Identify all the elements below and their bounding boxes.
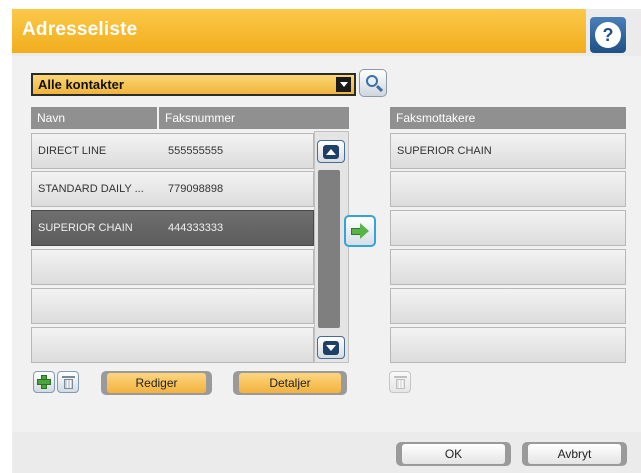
details-button[interactable]: Detaljer xyxy=(233,371,347,395)
chevron-up-icon xyxy=(323,144,339,159)
arrow-right-icon xyxy=(351,223,369,239)
plus-icon xyxy=(37,375,51,389)
footer-bar: OK Avbryt xyxy=(12,432,641,473)
title-bar: Adresseliste xyxy=(12,9,586,53)
trash-icon xyxy=(61,375,75,389)
search-button[interactable] xyxy=(359,69,387,97)
contact-fax: 779098898 xyxy=(168,183,224,195)
page-title: Adresseliste xyxy=(22,19,138,40)
address-book-screen: Adresseliste ? Alle kontakter Navn Faksn… xyxy=(12,9,641,473)
contact-name: STANDARD DAILY ... xyxy=(38,183,144,195)
chevron-down-icon xyxy=(323,340,339,355)
contacts-filter-dropdown[interactable]: Alle kontakter xyxy=(31,73,356,96)
main-panel: Alle kontakter Navn Faksnummer DIRECT LI… xyxy=(12,56,641,432)
contact-row-empty[interactable] xyxy=(31,327,314,363)
contact-row-empty[interactable] xyxy=(31,288,314,324)
recipient-name: SUPERIOR CHAIN xyxy=(397,145,492,157)
recipients-header: Faksmottakere xyxy=(390,107,626,129)
dropdown-arrow-icon xyxy=(336,77,351,92)
contact-row[interactable]: DIRECT LINE 555555555 xyxy=(31,133,314,169)
delete-contact-button[interactable] xyxy=(57,371,79,393)
contact-row-empty[interactable] xyxy=(31,249,314,285)
scroll-up-button[interactable] xyxy=(317,140,345,163)
ok-button[interactable]: OK xyxy=(396,442,511,466)
contacts-filter-value: Alle kontakter xyxy=(38,77,124,92)
trash-icon xyxy=(393,375,407,389)
contact-fax: 555555555 xyxy=(168,145,224,157)
help-icon: ? xyxy=(595,22,621,48)
contact-name: DIRECT LINE xyxy=(38,145,107,157)
scroll-down-button[interactable] xyxy=(317,336,345,359)
recipient-row-empty[interactable] xyxy=(390,171,626,207)
recipient-row-empty[interactable] xyxy=(390,249,626,285)
column-header-fax: Faksnummer xyxy=(159,107,349,129)
contact-row-selected[interactable]: SUPERIOR CHAIN 444333333 xyxy=(31,210,314,246)
help-button[interactable]: ? xyxy=(590,17,626,53)
ok-button-label: OK xyxy=(402,444,505,464)
contact-name: SUPERIOR CHAIN xyxy=(38,222,133,234)
recipient-row-empty[interactable] xyxy=(390,210,626,246)
delete-recipient-button[interactable] xyxy=(389,371,411,393)
column-header-name: Navn xyxy=(31,107,157,129)
edit-button-label: Rediger xyxy=(107,373,206,393)
add-recipient-button[interactable] xyxy=(344,215,376,247)
edit-button[interactable]: Rediger xyxy=(101,371,212,395)
cancel-button-label: Avbryt xyxy=(528,444,621,464)
contact-fax: 444333333 xyxy=(168,222,224,234)
scrollbar-thumb[interactable] xyxy=(318,170,340,328)
recipient-row-empty[interactable] xyxy=(390,327,626,363)
cancel-button[interactable]: Avbryt xyxy=(522,442,627,466)
details-button-label: Detaljer xyxy=(239,373,341,393)
recipient-row-empty[interactable] xyxy=(390,288,626,324)
recipient-row[interactable]: SUPERIOR CHAIN xyxy=(390,133,626,169)
add-contact-button[interactable] xyxy=(33,371,55,393)
contact-row[interactable]: STANDARD DAILY ... 779098898 xyxy=(31,171,314,207)
